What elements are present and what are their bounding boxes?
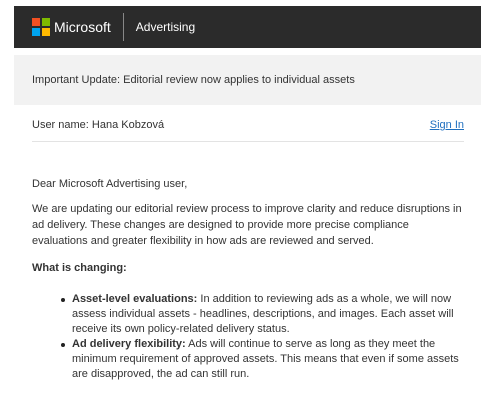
microsoft-logo-icon [32, 18, 50, 36]
notice-text: Important Update: Editorial review now a… [32, 74, 355, 86]
intro-paragraph: We are updating our editorial review pro… [32, 203, 462, 247]
email-body: Dear Microsoft Advertising user, We are … [32, 176, 464, 382]
list-item: Asset-level evaluations: In addition to … [61, 292, 464, 337]
header-bar: Microsoft Advertising [14, 6, 481, 48]
divider [32, 141, 464, 142]
header-divider [122, 13, 124, 41]
email-view: Microsoft Advertising Important Update: … [0, 0, 495, 400]
list-item-title: Asset-level evaluations: [72, 293, 198, 305]
section-heading: What is changing: [32, 262, 127, 274]
notice-banner: Important Update: Editorial review now a… [14, 55, 481, 105]
list-item-title: Ad delivery flexibility: [72, 338, 186, 350]
list-item: Ad delivery flexibility: Ads will contin… [61, 337, 464, 382]
product-name: Advertising [135, 20, 196, 34]
greeting: Dear Microsoft Advertising user, [32, 178, 188, 190]
user-name: User name: Hana Kobzová [32, 119, 165, 131]
changes-list: Asset-level evaluations: In addition to … [32, 292, 464, 382]
brand-name: Microsoft [54, 19, 111, 35]
sign-in-link[interactable]: Sign In [430, 119, 464, 131]
user-line: User name: Hana Kobzová Sign In [32, 113, 464, 137]
